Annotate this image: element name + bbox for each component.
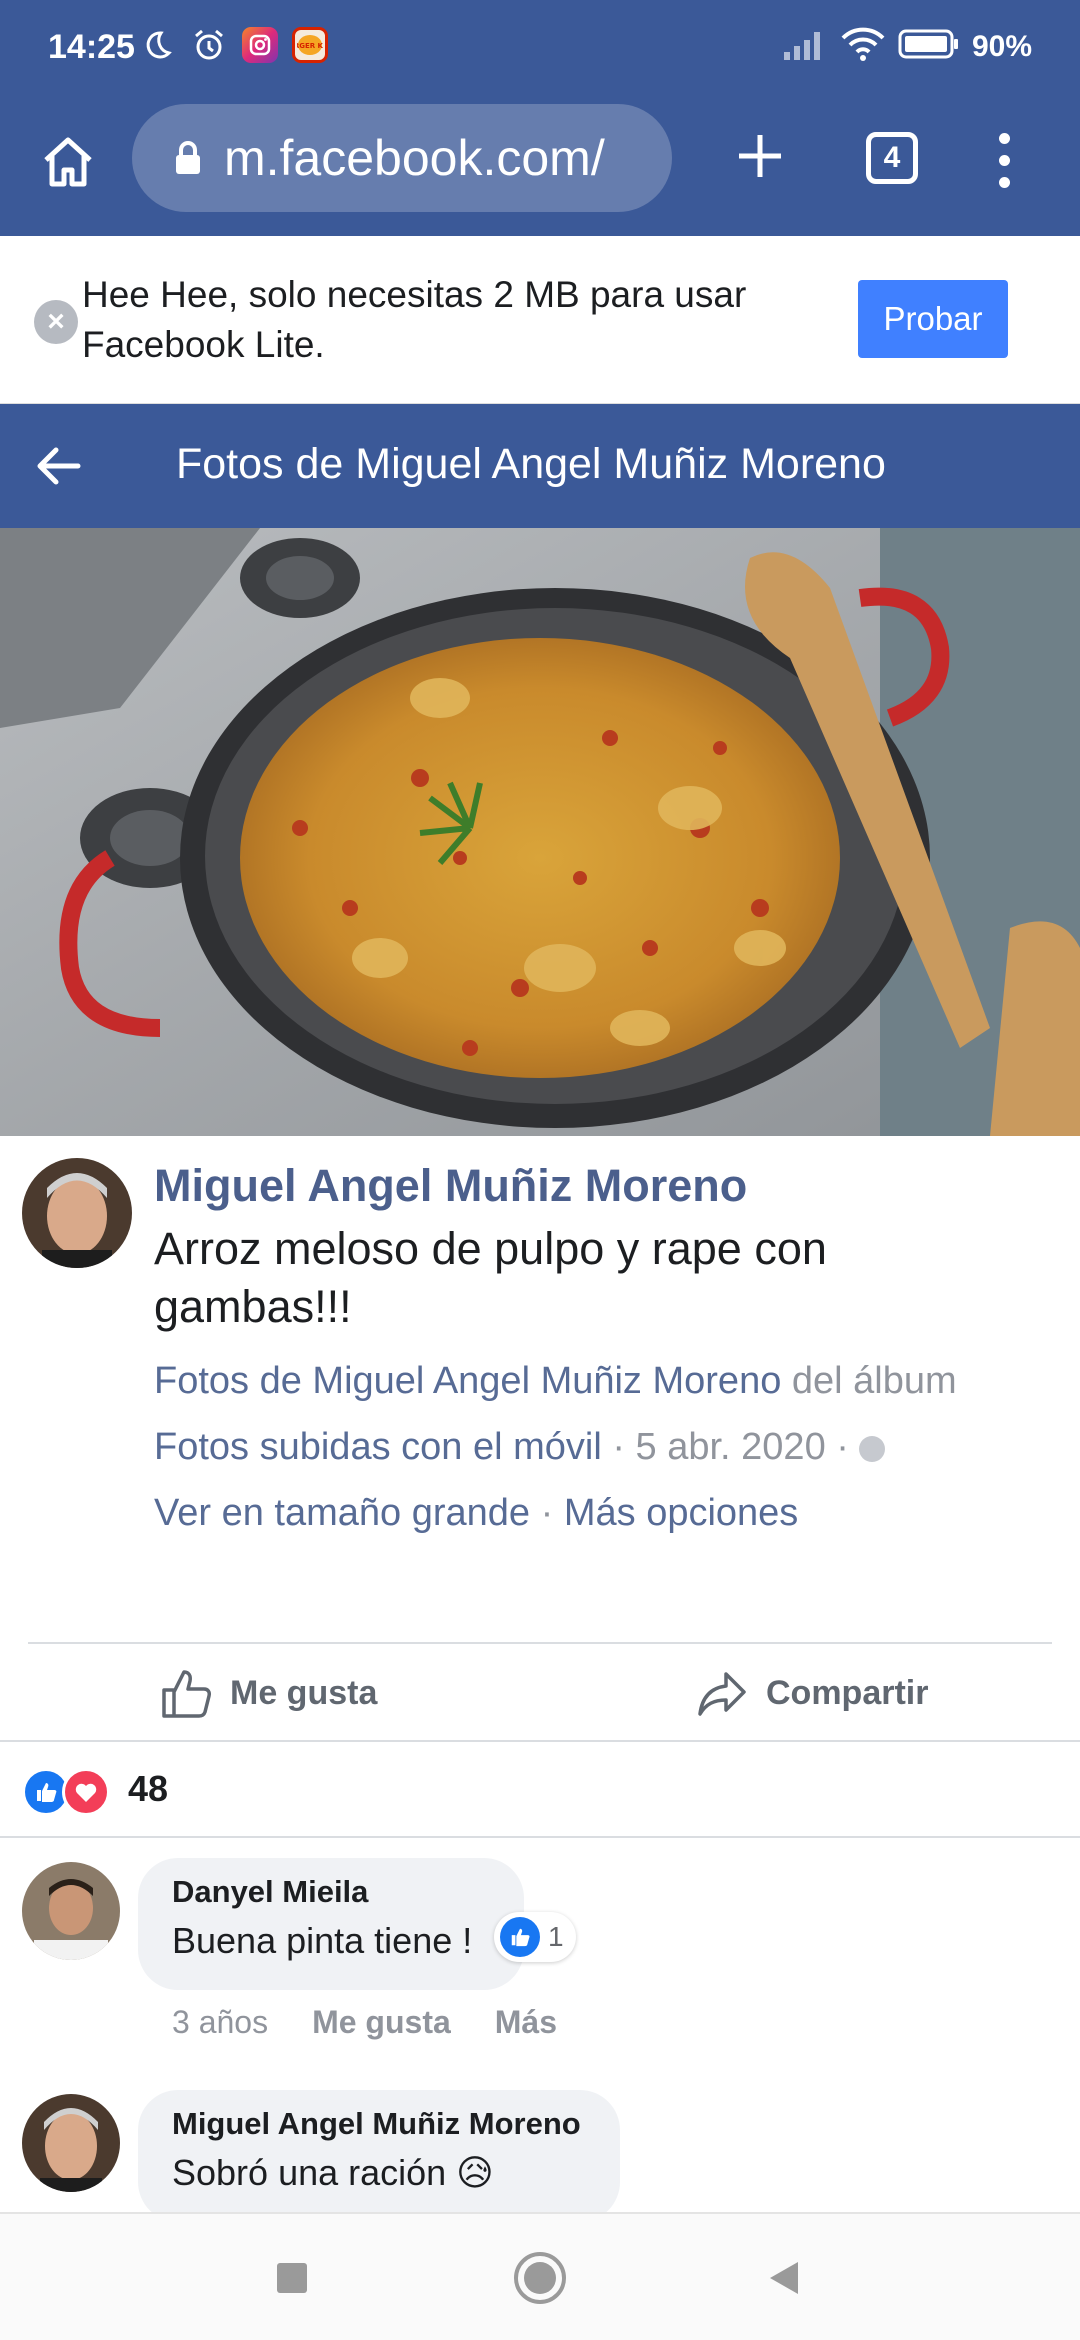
menu-dot	[998, 154, 1010, 166]
system-navigation-bar	[0, 2212, 1080, 2340]
post-caption: Arroz meloso de pulpo y rape con gambas!…	[154, 1223, 827, 1332]
post-info: Miguel Angel Muñiz Moreno Arroz meloso d…	[0, 1136, 1080, 1636]
back-button[interactable]	[26, 434, 90, 498]
recents-button[interactable]	[262, 2248, 322, 2308]
commenter-avatar[interactable]	[22, 1862, 120, 1960]
moon-icon	[138, 26, 176, 64]
reaction-icons	[22, 1768, 114, 1816]
alarm-icon	[190, 26, 228, 64]
url-text: m.facebook.com/	[224, 130, 605, 186]
commenter-avatar[interactable]	[22, 2094, 120, 2192]
close-icon[interactable]: ×	[34, 300, 78, 344]
plus-icon	[739, 135, 781, 177]
comment-text: Buena pinta tiene !	[172, 1920, 473, 1961]
back-arrow-icon	[37, 447, 81, 485]
reactions-summary[interactable]: 48	[0, 1742, 1080, 1838]
more-options-link[interactable]: Más opciones	[564, 1492, 798, 1534]
comment-like-button[interactable]: Me gusta	[312, 2004, 451, 2041]
comment-more-button[interactable]: Más	[495, 2004, 557, 2041]
comment-reaction-badge[interactable]: 1	[494, 1912, 576, 1962]
battery-percent: 90%	[971, 29, 1032, 63]
menu-dot	[998, 176, 1010, 188]
comment-bubble[interactable]: Danyel Mieila Buena pinta tiene !	[138, 1858, 524, 1990]
banner-text: Hee Hee, solo necesitas 2 MB para usar F…	[82, 274, 747, 365]
post-date: · 5 abr. 2020 ·	[601, 1426, 860, 1468]
new-tab-button[interactable]	[720, 116, 800, 196]
wifi-icon	[840, 26, 886, 67]
post-actions: Me gusta Compartir	[0, 1644, 1080, 1742]
love-reaction-icon	[62, 1768, 110, 1816]
thumbs-up-icon	[162, 1670, 211, 1718]
comment-bubble[interactable]: Miguel Angel Muñiz Moreno Sobró una raci…	[138, 2090, 620, 2222]
status-notification-icons: BURGER KING	[138, 26, 328, 64]
triangle-back-icon	[770, 2262, 798, 2294]
comment-text: Sobró una ración 😥	[172, 2152, 494, 2193]
home-icon	[44, 137, 92, 187]
paella-photo	[0, 528, 1080, 1136]
battery-icon	[898, 28, 960, 65]
tab-switcher-button[interactable]: 4	[866, 132, 918, 184]
browser-menu-button[interactable]	[976, 120, 1032, 200]
post-author-name[interactable]: Miguel Angel Muñiz Moreno	[154, 1160, 747, 1212]
burger-king-icon: BURGER KING	[292, 27, 328, 63]
reaction-count: 48	[128, 1768, 169, 1809]
svg-text:BURGER KING: BURGER KING	[297, 42, 323, 50]
share-label: Compartir	[766, 1673, 929, 1712]
share-icon	[698, 1672, 746, 1716]
circle-icon	[514, 2252, 566, 2304]
album-name-link[interactable]: Fotos subidas con el móvil	[154, 1426, 602, 1468]
commenter-name[interactable]: Danyel Mieila	[172, 1874, 490, 1910]
status-time: 14:25	[48, 28, 135, 66]
like-label: Me gusta	[230, 1673, 378, 1712]
meta-separator: ·	[530, 1492, 564, 1534]
comment-time: 3 años	[172, 2004, 269, 2040]
browser-toolbar: m.facebook.com/ 4	[0, 96, 1080, 236]
photos-header: Fotos de Miguel Angel Muñiz Moreno	[0, 404, 1080, 528]
author-avatar[interactable]	[22, 1158, 132, 1268]
url-bar[interactable]: m.facebook.com/	[132, 104, 672, 212]
square-icon	[277, 2263, 307, 2293]
share-button[interactable]: Compartir	[696, 1654, 928, 1732]
view-large-link[interactable]: Ver en tamaño grande	[154, 1492, 530, 1534]
post-photo[interactable]	[0, 528, 1080, 1136]
lock-icon	[172, 138, 204, 178]
album-owner-link[interactable]: Fotos de Miguel Angel Muñiz Moreno	[154, 1360, 781, 1402]
like-reaction-icon	[500, 1917, 540, 1957]
status-right-icons: 90%	[782, 26, 1032, 67]
home-button[interactable]	[30, 124, 106, 200]
facebook-lite-banner: × Hee Hee, solo necesitas 2 MB para usar…	[0, 236, 1080, 404]
commenter-name[interactable]: Miguel Angel Muñiz Moreno	[172, 2106, 586, 2142]
comment-reaction-count: 1	[548, 1921, 564, 1952]
back-nav-button[interactable]	[754, 2248, 814, 2308]
globe-icon	[859, 1436, 886, 1462]
like-button[interactable]: Me gusta	[160, 1654, 377, 1732]
instagram-icon	[242, 27, 278, 63]
post-meta: Fotos de Miguel Angel Muñiz Moreno del á…	[154, 1348, 1054, 1546]
try-button[interactable]: Probar	[858, 280, 1008, 358]
status-bar: 14:25 BURGER KING 90%	[0, 0, 1080, 96]
page-title: Fotos de Miguel Angel Muñiz Moreno	[176, 440, 886, 488]
album-prefix: del álbum	[781, 1360, 957, 1402]
signal-icon	[782, 28, 828, 65]
menu-dot	[998, 132, 1010, 144]
comment-actions: 3 años Me gusta Más	[172, 2004, 557, 2041]
home-nav-button[interactable]	[510, 2248, 570, 2308]
